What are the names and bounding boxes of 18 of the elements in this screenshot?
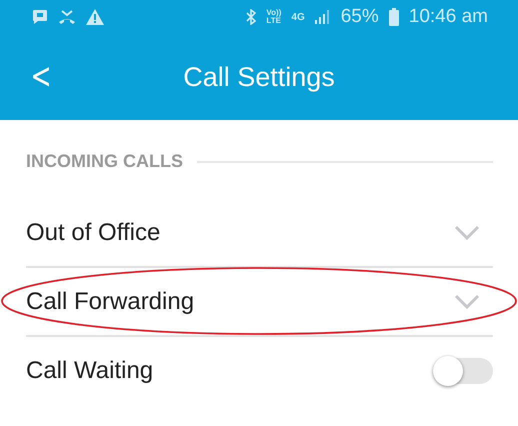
setting-label[interactable]: Call Waiting [26, 356, 433, 384]
chevron-icon[interactable] [454, 294, 480, 310]
lte-label: LTE [266, 17, 282, 25]
warning-icon [86, 9, 104, 25]
setting-label[interactable]: Out of Office [26, 218, 454, 246]
signal-icon [314, 10, 331, 24]
network-type: 4G [291, 12, 305, 22]
missed-call-icon [58, 9, 76, 25]
toggle-switch[interactable] [433, 358, 493, 384]
battery-icon [388, 8, 399, 26]
volte-label: Vo)) [266, 9, 282, 17]
message-icon [32, 9, 48, 25]
section-header: INCOMING CALLS [26, 151, 183, 172]
screen-title: Call Settings [183, 62, 335, 92]
chevron-icon[interactable] [454, 224, 480, 240]
bluetooth-icon [246, 9, 256, 25]
battery-percentage: 65% [340, 6, 379, 28]
clock: 10:46 am [408, 6, 488, 28]
